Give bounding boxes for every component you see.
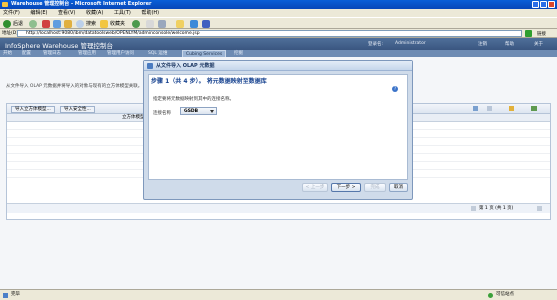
logout-link[interactable]: 注销 (478, 41, 487, 47)
address-label: 地址(D) (2, 31, 18, 36)
connection-select[interactable]: GSDB (180, 107, 217, 115)
next-button[interactable]: 下一步 > (331, 183, 361, 192)
mail-icon[interactable] (146, 20, 154, 28)
minimize-button[interactable] (532, 1, 539, 8)
home-icon[interactable] (64, 20, 72, 28)
tab-cubing-services[interactable]: Cubing Services (182, 50, 227, 57)
dialog-icon (147, 63, 153, 69)
maximize-button[interactable] (540, 1, 547, 8)
print-icon[interactable] (158, 20, 166, 28)
refresh-icon[interactable] (53, 20, 61, 28)
last-page-icon[interactable] (537, 206, 542, 211)
menu-edit[interactable]: 编辑(E) (30, 10, 47, 16)
page-url: http://localhost:9080/ibm/datatoolsweb/O… (26, 31, 200, 36)
history-icon[interactable] (132, 20, 140, 28)
dialog-body (148, 74, 408, 180)
tab-user-access[interactable]: 管理用户访问 (107, 50, 134, 57)
address-field[interactable]: http://localhost:9080/ibm/datatoolsweb/O… (17, 30, 522, 37)
links-label[interactable]: 链接 (537, 31, 546, 37)
tab-logs[interactable]: 管理日志 (43, 50, 61, 57)
dialog-title: 从文件导入 OLAP 元数据 (144, 61, 412, 71)
delete-icon[interactable] (487, 106, 492, 111)
menu-file[interactable]: 文件(F) (3, 10, 20, 16)
zone-text: 可信站点 (496, 292, 514, 297)
window-title: Warehouse 管理控制台 - Microsoft Internet Exp… (11, 1, 152, 7)
refresh-grid-icon[interactable] (531, 106, 537, 111)
user-label: 登录名: (368, 42, 384, 47)
app-header: InfoSphere Warehouse 管理控制台 登录名: Administ… (0, 38, 557, 50)
step-title: 步骤 1（共 4 步）。 将元数据映射至数据库 (151, 78, 267, 85)
help-icon[interactable]: ? (392, 86, 398, 92)
menu-favorites[interactable]: 收藏(A) (86, 10, 103, 16)
page-icon (3, 293, 8, 298)
back-icon[interactable] (3, 20, 11, 28)
menu-help[interactable]: 帮助(H) (141, 10, 159, 16)
edit-icon[interactable] (473, 106, 478, 111)
first-page-icon[interactable] (471, 206, 476, 211)
back-button[interactable]: < 上一步 (302, 183, 328, 192)
tab-sql[interactable]: SQL 运维 (148, 50, 167, 57)
import-security-button[interactable]: 导入安全性... (60, 106, 95, 113)
app-title: InfoSphere Warehouse 管理控制台 (5, 42, 113, 50)
connection-value: GSDB (184, 109, 199, 114)
forward-icon[interactable] (29, 20, 37, 28)
help-link[interactable]: 帮助 (505, 41, 514, 47)
status-text: 完毕 (11, 292, 20, 297)
folder-icon[interactable] (509, 106, 514, 111)
connection-label: 连接名称 (153, 111, 171, 116)
search-icon[interactable] (76, 20, 84, 28)
tab-start[interactable]: 开始 (3, 50, 12, 57)
page-description: 从文件导入 OLAP 元数据并将导入的对象与现有的立方体模型关联。 (6, 84, 143, 89)
trusted-zone-icon (488, 293, 493, 298)
windows-icon[interactable] (202, 20, 210, 28)
chevron-down-icon (210, 110, 214, 113)
column-cube-model[interactable]: 立方体模型 (122, 114, 145, 122)
finish-button[interactable]: 完成 (364, 183, 386, 192)
import-cube-model-button[interactable]: 导入立方体模型... (11, 106, 55, 113)
user-name: Administrator (395, 41, 426, 46)
tab-apps[interactable]: 管理应用 (78, 50, 96, 57)
cancel-button[interactable]: 取消 (389, 183, 408, 192)
page-indicator: 第 1 页 (共 1 页) (479, 206, 514, 211)
favorites-label[interactable]: 收藏夹 (110, 20, 125, 28)
step-hint: 指定要将元数据映射到其中的连接名称。 (153, 97, 234, 102)
about-link[interactable]: 关于 (534, 41, 543, 47)
messenger-icon[interactable] (190, 20, 198, 28)
search-label[interactable]: 搜索 (86, 20, 96, 28)
app-nav: 开始 配置 管理日志 管理应用 管理用户访问 SQL 运维 Cubing Ser… (0, 50, 557, 57)
ie-icon (2, 2, 8, 7)
status-bar: 完毕 可信站点 (0, 289, 557, 300)
go-icon[interactable] (525, 30, 532, 37)
back-label[interactable]: 后退 (13, 20, 23, 28)
browser-toolbar: 后退 搜索 收藏夹 (0, 17, 557, 29)
menu-view[interactable]: 查看(V) (58, 10, 75, 16)
folder-icon[interactable] (176, 20, 184, 28)
menu-bar: 文件(F) 编辑(E) 查看(V) 收藏(A) 工具(T) 帮助(H) (0, 9, 557, 17)
window-title-bar: Warehouse 管理控制台 - Microsoft Internet Exp… (0, 0, 557, 9)
tab-config[interactable]: 配置 (22, 50, 31, 57)
close-button[interactable] (548, 1, 555, 8)
menu-tools[interactable]: 工具(T) (114, 10, 131, 16)
favorites-icon[interactable] (100, 20, 108, 28)
tab-mining[interactable]: 挖掘 (234, 50, 243, 57)
grid-pager: 第 1 页 (共 1 页) (7, 203, 550, 213)
stop-icon[interactable] (42, 20, 50, 28)
